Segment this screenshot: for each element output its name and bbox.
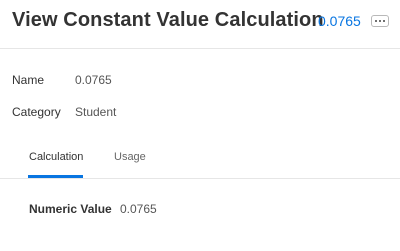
header-divider — [0, 48, 400, 49]
numeric-value: 0.0765 — [120, 202, 157, 216]
name-label: Name — [12, 73, 45, 87]
page-header: View Constant Value Calculation 0.0765 — [0, 0, 400, 48]
ellipsis-icon — [375, 20, 377, 22]
ellipsis-icon — [383, 20, 385, 22]
tabs-divider — [0, 178, 400, 179]
ellipsis-icon — [379, 20, 381, 22]
category-label: Category — [12, 105, 61, 119]
name-value: 0.0765 — [75, 73, 112, 87]
page-title: View Constant Value Calculation — [12, 9, 324, 31]
tab-calculation[interactable]: Calculation — [29, 151, 83, 163]
related-actions-button[interactable] — [371, 15, 389, 27]
tab-usage[interactable]: Usage — [114, 151, 146, 163]
category-value: Student — [75, 105, 117, 119]
numeric-value-label: Numeric Value — [29, 202, 112, 216]
title-value-link[interactable]: 0.0765 — [318, 13, 361, 29]
